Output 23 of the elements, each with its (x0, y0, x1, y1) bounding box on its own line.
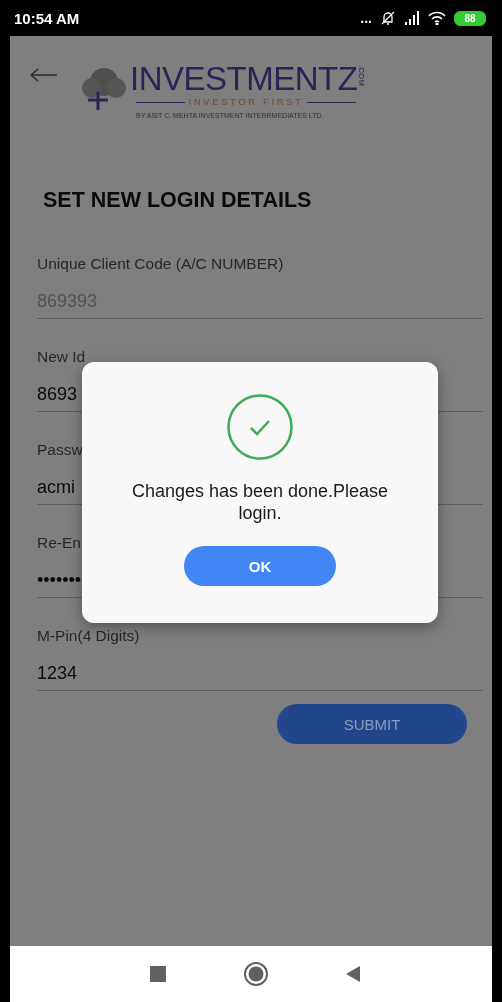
brand-tagline: INVESTOR FIRST (188, 96, 304, 108)
field-label: Re-En (37, 534, 82, 552)
submit-button[interactable]: SUBMIT (277, 704, 467, 744)
muted-bell-icon (381, 11, 395, 25)
back-arrow-icon[interactable] (30, 68, 58, 82)
page-title: SET NEW LOGIN DETAILS (43, 187, 313, 213)
check-circle-icon (227, 394, 293, 460)
home-icon[interactable] (244, 962, 268, 986)
field-label: Unique Client Code (A/C NUMBER) (37, 255, 285, 273)
notification-dots: ... (360, 10, 372, 26)
field-label: New Id (37, 348, 87, 366)
status-time: 10:54 AM (14, 9, 80, 27)
field-label: M-Pin(4 Digits) (37, 627, 141, 645)
ok-button[interactable]: OK (184, 546, 336, 586)
signal-icon (405, 11, 419, 25)
field-label: Passw (37, 441, 84, 459)
wifi-icon (428, 11, 446, 25)
back-icon[interactable] (346, 966, 360, 982)
input-field[interactable]: 1234 (37, 662, 483, 691)
brand-domain: .COM (357, 65, 367, 86)
battery-icon: 88 (454, 10, 486, 26)
brand-name: INVESTMENTZ (130, 62, 358, 96)
dialog-message: Changes has been done.Please login. (130, 480, 390, 524)
